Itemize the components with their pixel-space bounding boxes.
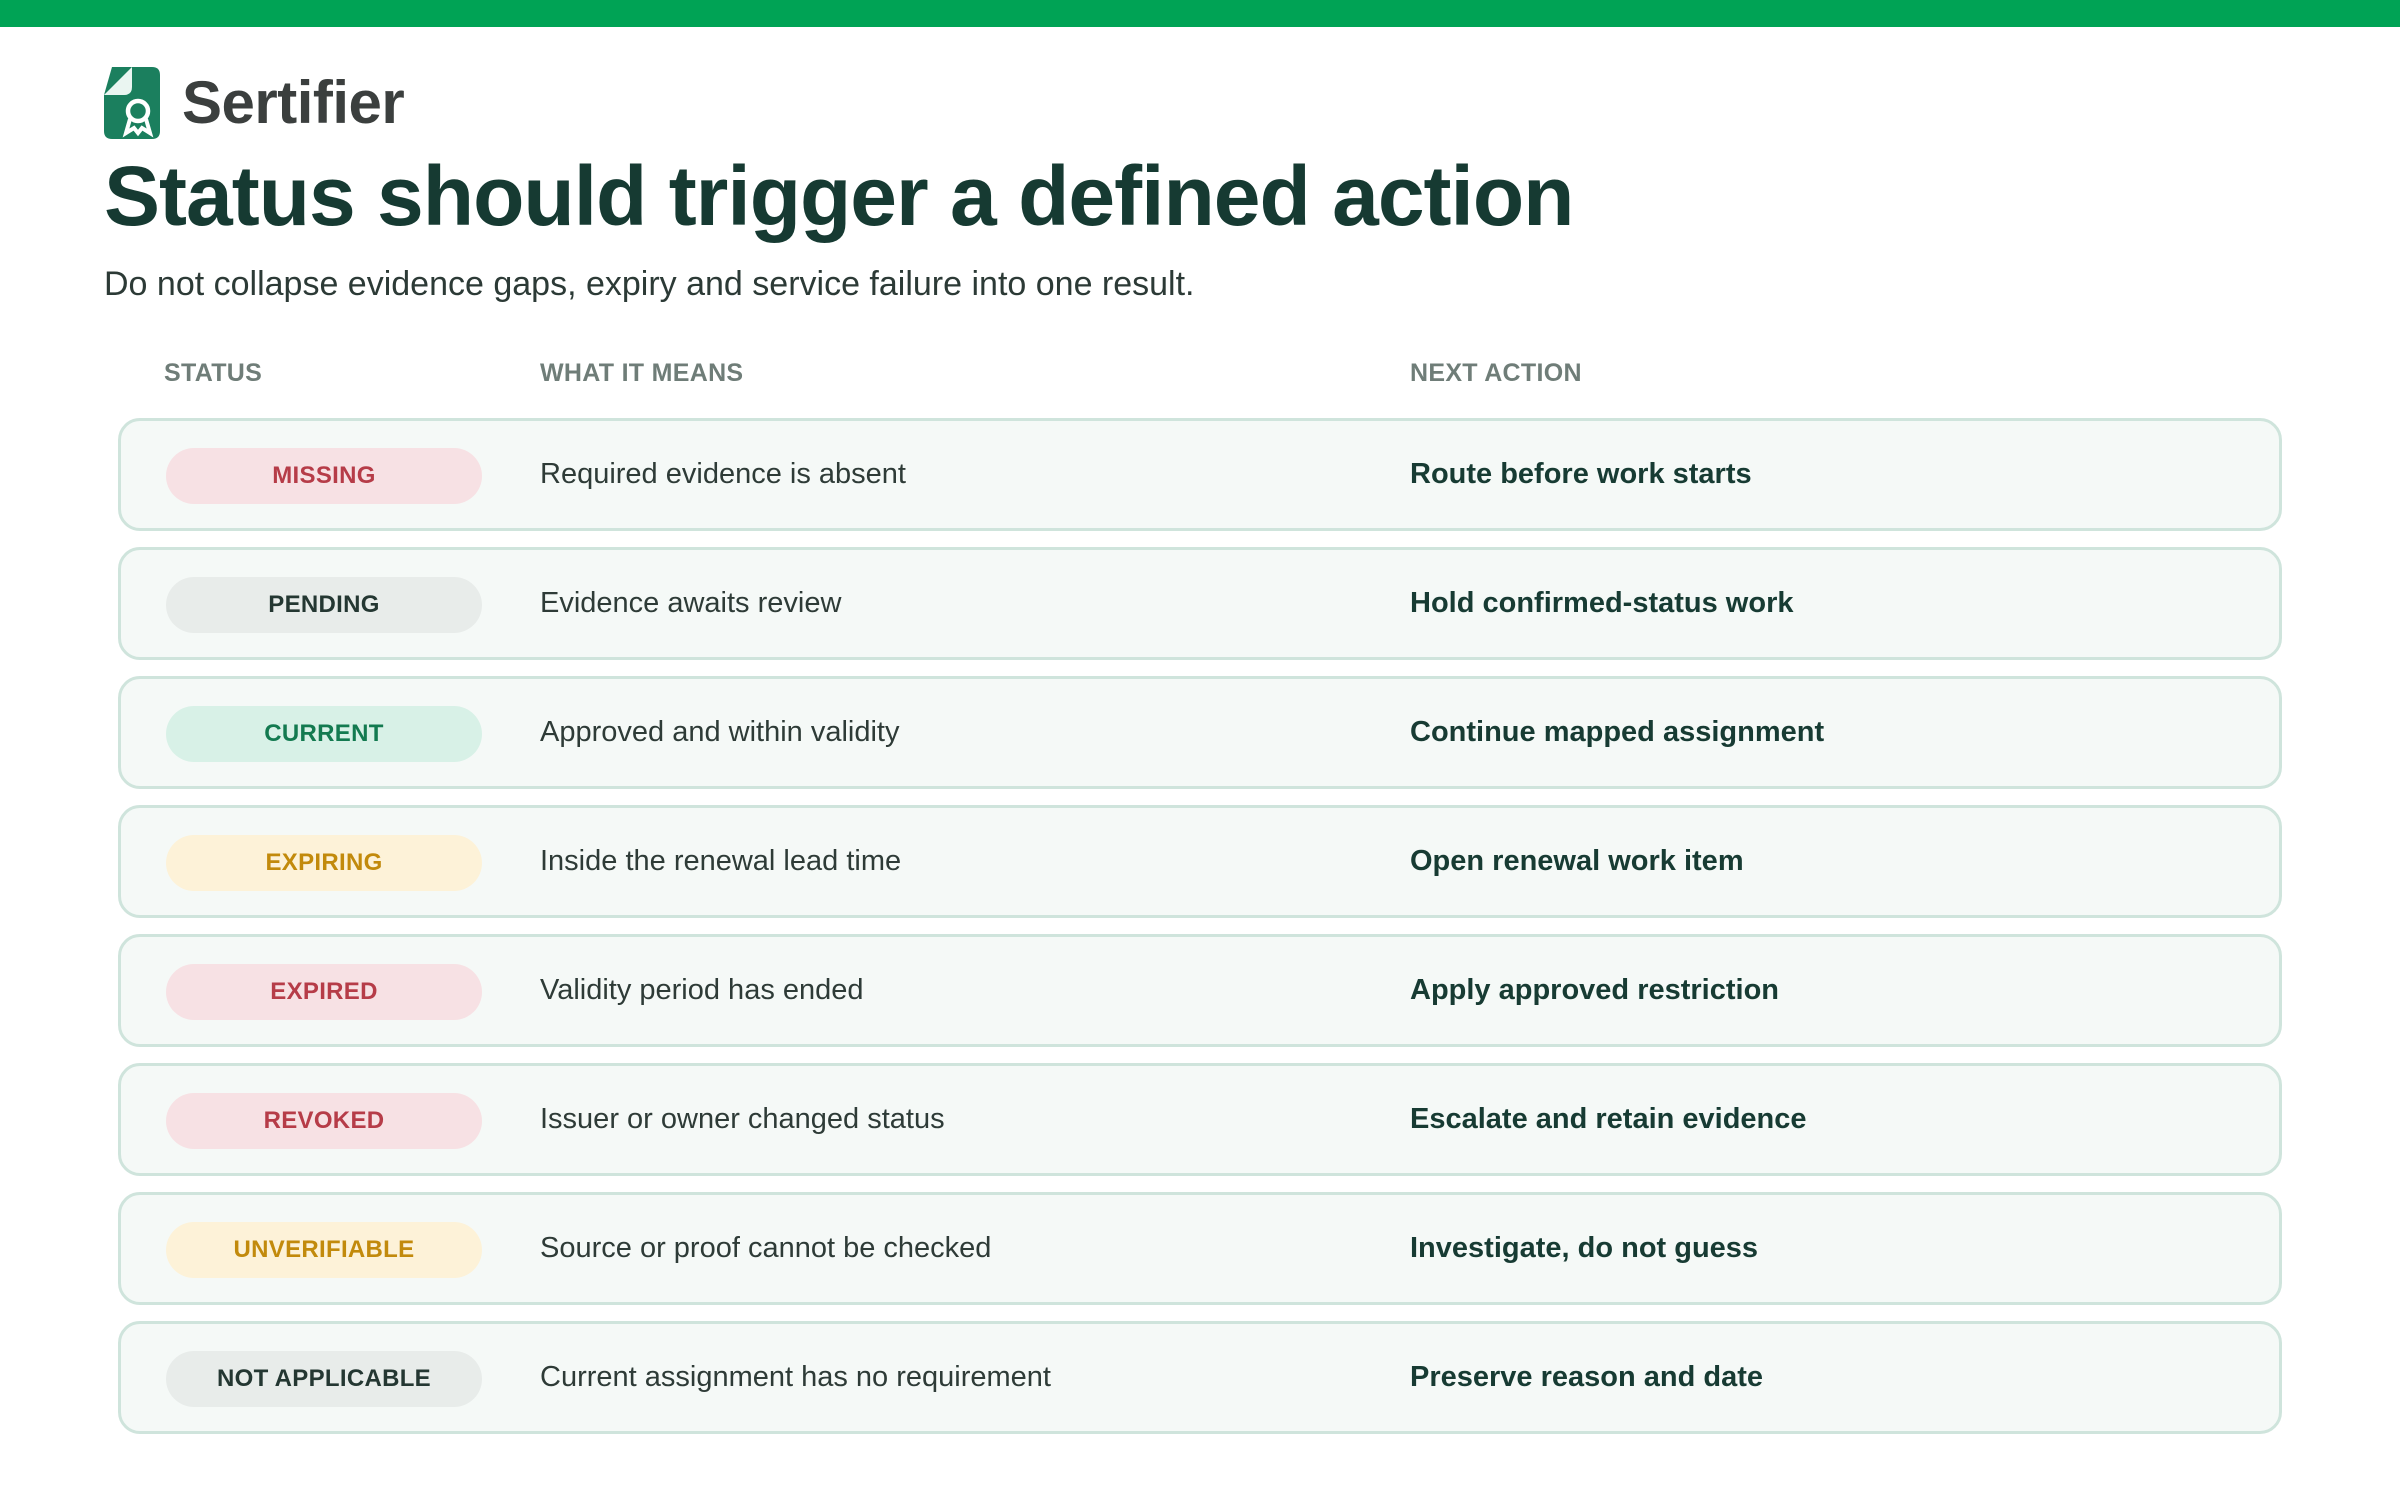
- status-row: CURRENT Approved and within validity Con…: [118, 676, 2282, 789]
- next-action: Investigate, do not guess: [1410, 1232, 1759, 1264]
- status-badge: MISSING: [166, 448, 482, 504]
- status-row: REVOKED Issuer or owner changed status E…: [118, 1063, 2282, 1176]
- column-header-action: NEXT ACTION: [1410, 359, 1582, 387]
- next-action: Apply approved restriction: [1410, 974, 1780, 1006]
- status-badge: CURRENT: [166, 706, 482, 762]
- status-meaning: Validity period has ended: [540, 974, 864, 1006]
- status-row: NOT APPLICABLE Current assignment has no…: [118, 1321, 2282, 1434]
- next-action: Hold confirmed-status work: [1410, 587, 1794, 619]
- status-badge: UNVERIFIABLE: [166, 1222, 482, 1278]
- status-meaning: Issuer or owner changed status: [540, 1103, 945, 1135]
- status-meaning: Current assignment has no requirement: [540, 1361, 1051, 1393]
- top-accent-bar: [0, 0, 2400, 27]
- next-action: Escalate and retain evidence: [1410, 1103, 1807, 1135]
- status-row: UNVERIFIABLE Source or proof cannot be c…: [118, 1192, 2282, 1305]
- brand-name: Sertifier: [182, 69, 405, 136]
- status-row: EXPIRED Validity period has ended Apply …: [118, 934, 2282, 1047]
- status-badge: REVOKED: [166, 1093, 482, 1149]
- status-badge: EXPIRED: [166, 964, 482, 1020]
- status-row: MISSING Required evidence is absent Rout…: [118, 418, 2282, 531]
- page-title: Status should trigger a defined action: [104, 149, 1574, 243]
- status-row: EXPIRING Inside the renewal lead time Op…: [118, 805, 2282, 918]
- page-subtitle: Do not collapse evidence gaps, expiry an…: [104, 265, 1195, 303]
- status-badge: EXPIRING: [166, 835, 482, 891]
- next-action: Route before work starts: [1410, 458, 1752, 490]
- next-action: Open renewal work item: [1410, 845, 1744, 877]
- status-meaning: Inside the renewal lead time: [540, 845, 902, 877]
- status-meaning: Approved and within validity: [540, 716, 900, 748]
- next-action: Preserve reason and date: [1410, 1361, 1764, 1393]
- status-meaning: Source or proof cannot be checked: [540, 1232, 992, 1264]
- column-header-means: WHAT IT MEANS: [540, 359, 744, 387]
- status-table: MISSING Required evidence is absent Rout…: [118, 418, 2282, 1450]
- status-badge: NOT APPLICABLE: [166, 1351, 482, 1407]
- status-badge: PENDING: [166, 577, 482, 633]
- column-header-status: STATUS: [164, 359, 263, 387]
- next-action: Continue mapped assignment: [1410, 716, 1825, 748]
- brand-logo: Sertifier: [104, 66, 405, 140]
- status-meaning: Evidence awaits review: [540, 587, 842, 619]
- status-meaning: Required evidence is absent: [540, 458, 906, 490]
- certificate-badge-icon: [104, 67, 160, 139]
- status-row: PENDING Evidence awaits review Hold conf…: [118, 547, 2282, 660]
